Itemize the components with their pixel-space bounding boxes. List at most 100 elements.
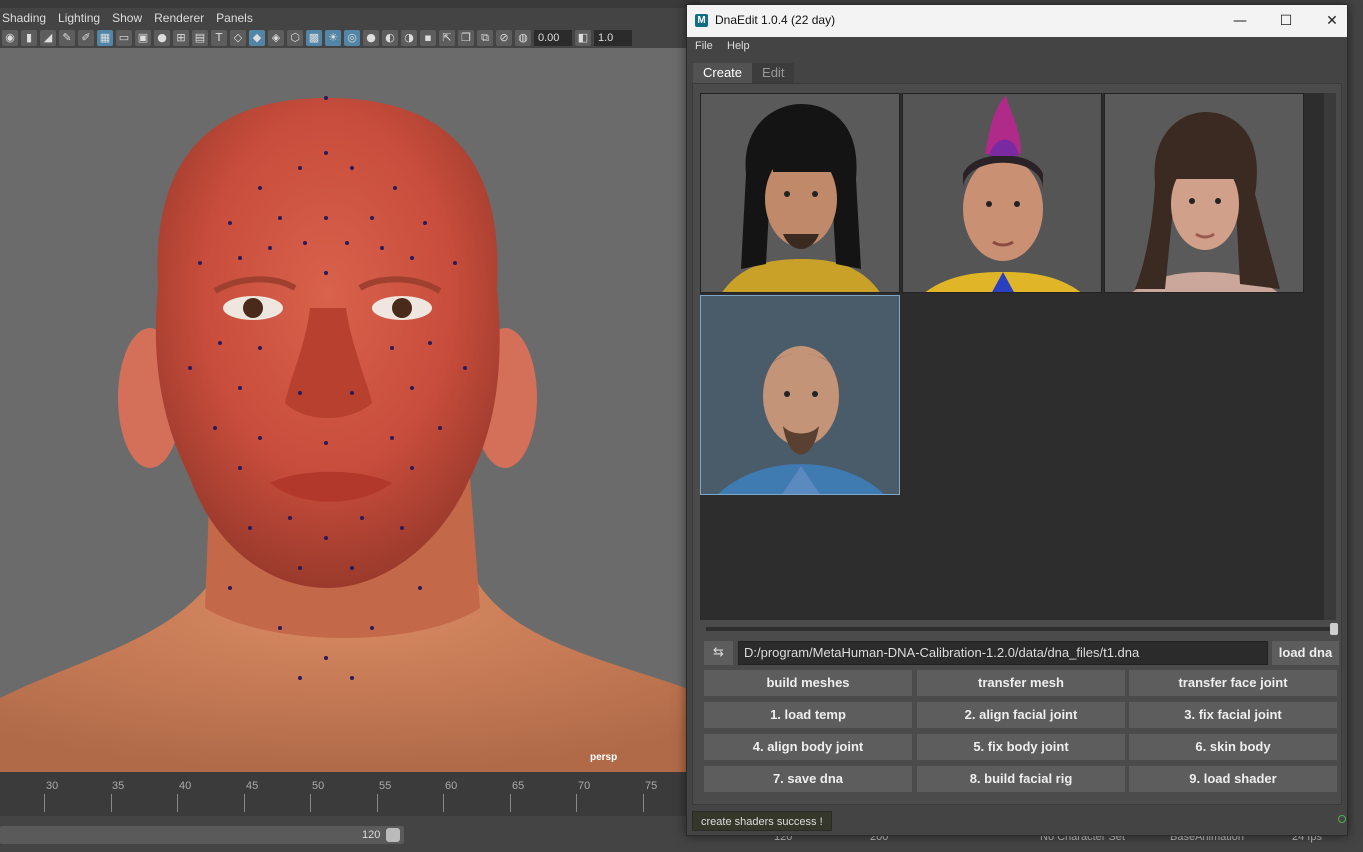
smooth-shade-icon[interactable]: ◆	[249, 30, 265, 46]
timeline-tick-label: 40	[179, 780, 192, 792]
bookmark-icon[interactable]: ▮	[21, 30, 37, 46]
menu-bar: File Help	[687, 37, 1347, 57]
character-thumbnail-image	[1105, 94, 1303, 292]
gallery-item[interactable]	[1104, 93, 1304, 293]
window-title: DnaEdit 1.0.4 (22 day)	[715, 13, 836, 27]
fix-body-joint-button[interactable]: 5. fix body joint	[917, 734, 1125, 760]
wireframe-icon[interactable]: ◇	[230, 30, 246, 46]
maximize-icon[interactable]: ☐	[1263, 5, 1309, 37]
menu-show[interactable]: Show	[110, 11, 152, 25]
minimize-icon[interactable]: —	[1217, 5, 1263, 37]
timeline-tick	[44, 794, 45, 812]
skin-body-button[interactable]: 6. skin body	[1129, 734, 1337, 760]
gallery-item[interactable]	[902, 93, 1102, 293]
timeline-tick	[576, 794, 577, 812]
exposure-field[interactable]: 0.00	[534, 30, 572, 46]
close-icon[interactable]: ✕	[1309, 5, 1355, 37]
timeline-tick-label: 60	[445, 780, 458, 792]
range-slider[interactable]	[0, 826, 404, 844]
field-chart-icon[interactable]: ⊞	[173, 30, 189, 46]
gallery-scrollbar[interactable]	[1324, 93, 1336, 620]
exposure-icon[interactable]: ◍	[515, 30, 531, 46]
fix-facial-joint-button[interactable]: 3. fix facial joint	[1129, 702, 1337, 728]
menu-lighting[interactable]: Lighting	[56, 11, 110, 25]
align-facial-joint-button[interactable]: 2. align facial joint	[917, 702, 1125, 728]
build-meshes-button[interactable]: build meshes	[704, 670, 912, 696]
thumbnail-size-slider[interactable]	[706, 627, 1337, 631]
tab-bar: Create Edit	[693, 63, 795, 83]
timeline-tick	[643, 794, 644, 812]
menu-help[interactable]: Help	[727, 40, 750, 52]
transfer-mesh-button[interactable]: transfer mesh	[917, 670, 1125, 696]
xray-active-icon[interactable]: ⧉	[477, 30, 493, 46]
brush-icon[interactable]: ✐	[78, 30, 94, 46]
menu-renderer[interactable]: Renderer	[152, 11, 214, 25]
swap-icon[interactable]: ⇆	[704, 641, 733, 665]
timeline-tick	[443, 794, 444, 812]
time-slider[interactable]: 30 35 40 45 50 55 60 65 70 75	[0, 772, 686, 816]
maya-viewport-toolbar: ◉ ▮ ◢ ✎ ✐ ▦ ▭ ▣ ● ⊞ ▤ T ◇ ◆ ◈ ⬡ ▩ ☀ ◎ ● …	[0, 28, 700, 48]
app-logo-icon: M	[695, 14, 708, 27]
timeline-tick-label: 75	[645, 780, 658, 792]
gallery-item-selected[interactable]	[700, 295, 900, 495]
range-end-value: 120	[362, 829, 381, 841]
gamma-field[interactable]: 1.0	[594, 30, 632, 46]
menu-panels[interactable]: Panels	[214, 11, 263, 25]
load-shader-button[interactable]: 9. load shader	[1129, 766, 1337, 792]
screen: Shading Lighting Show Renderer Panels ◉ …	[0, 0, 1363, 852]
range-slider-handle[interactable]	[386, 828, 400, 842]
textured-icon[interactable]: ⬡	[287, 30, 303, 46]
menu-shading[interactable]: Shading	[0, 11, 56, 25]
dna-path-input[interactable]: D:/program/MetaHuman-DNA-Calibration-1.2…	[738, 641, 1268, 665]
tab-edit[interactable]: Edit	[752, 63, 795, 83]
gallery-item[interactable]	[700, 93, 900, 293]
gate-mask-icon[interactable]: ●	[154, 30, 170, 46]
timeline-tick	[177, 794, 178, 812]
character-gallery	[700, 93, 1332, 620]
resolution-gate-icon[interactable]: ▣	[135, 30, 151, 46]
camera-label: persp	[590, 752, 618, 763]
transfer-face-joint-button[interactable]: transfer face joint	[1129, 670, 1337, 696]
ambient-occlusion-icon[interactable]: ◎	[344, 30, 360, 46]
motion-blur-icon[interactable]: ●	[363, 30, 379, 46]
xray-joints-icon[interactable]: ❐	[458, 30, 474, 46]
character-thumbnail-image	[903, 94, 1101, 292]
dna-path-row: ⇆ D:/program/MetaHuman-DNA-Calibration-1…	[704, 641, 1339, 667]
grid-icon[interactable]: ▦	[97, 30, 113, 46]
grease-pencil-icon[interactable]: ✎	[59, 30, 75, 46]
title-bar[interactable]: M DnaEdit 1.0.4 (22 day) — ☐ ✕	[687, 5, 1347, 37]
timeline-tick	[310, 794, 311, 812]
gamma-icon[interactable]: ◧	[575, 30, 591, 46]
maya-attribute-panel-edge	[1348, 0, 1363, 852]
xray-icon[interactable]: ⇱	[439, 30, 455, 46]
menu-file[interactable]: File	[695, 40, 713, 52]
safe-action-icon[interactable]: ▤	[192, 30, 208, 46]
film-gate-icon[interactable]: ▭	[116, 30, 132, 46]
tab-create[interactable]: Create	[693, 63, 753, 83]
camera-icon[interactable]: ◉	[2, 30, 18, 46]
build-facial-rig-button[interactable]: 8. build facial rig	[917, 766, 1125, 792]
character-thumbnail-image	[701, 296, 899, 494]
wireframe-on-shaded-icon[interactable]: ◈	[268, 30, 284, 46]
thumbnail-size-slider-handle[interactable]	[1330, 623, 1338, 635]
maya-viewport[interactable]: persp	[0, 48, 686, 772]
safe-title-icon[interactable]: T	[211, 30, 227, 46]
align-body-joint-button[interactable]: 4. align body joint	[704, 734, 912, 760]
timeline-tick	[111, 794, 112, 812]
right-iris-shape	[392, 298, 412, 318]
head-model-render	[0, 96, 686, 772]
timeline-tick	[244, 794, 245, 812]
image-plane-icon[interactable]: ◢	[40, 30, 56, 46]
isolate-select-icon[interactable]: ▪	[420, 30, 436, 46]
load-temp-button[interactable]: 1. load temp	[704, 702, 912, 728]
use-lights-icon[interactable]: ▩	[306, 30, 322, 46]
timeline-tick	[510, 794, 511, 812]
load-dna-button[interactable]: load dna	[1272, 641, 1339, 665]
save-dna-button[interactable]: 7. save dna	[704, 766, 912, 792]
backface-icon[interactable]: ⊘	[496, 30, 512, 46]
depth-of-field-icon[interactable]: ◑	[401, 30, 417, 46]
shadows-icon[interactable]: ☀	[325, 30, 341, 46]
character-thumbnail-image	[701, 94, 899, 292]
anti-aliasing-icon[interactable]: ◐	[382, 30, 398, 46]
timeline-tick-label: 65	[512, 780, 525, 792]
